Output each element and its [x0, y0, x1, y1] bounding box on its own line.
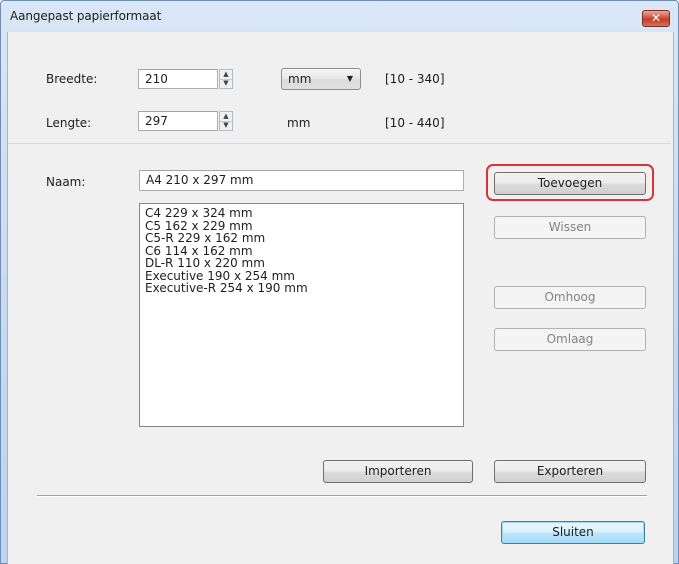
export-button[interactable]: Exporteren: [494, 460, 646, 483]
footer-divider: [37, 495, 647, 497]
chevron-down-icon: ▼: [346, 74, 353, 83]
list-item[interactable]: Executive-R 254 x 190 mm: [145, 282, 463, 295]
width-spinner-down-icon[interactable]: ▼: [220, 79, 232, 88]
name-label: Naam:: [46, 175, 86, 189]
section-divider: [8, 143, 671, 144]
width-label: Breedte:: [46, 72, 98, 86]
width-range: [10 - 340]: [385, 72, 445, 86]
width-input[interactable]: 210: [138, 69, 218, 89]
move-down-button[interactable]: Omlaag: [494, 328, 646, 351]
length-spinner[interactable]: ▲ ▼: [219, 111, 233, 131]
list-item[interactable]: DL-R 110 x 220 mm: [145, 257, 463, 270]
unit-select-value: mm: [288, 72, 312, 86]
width-spinner[interactable]: ▲ ▼: [219, 69, 233, 89]
unit-select[interactable]: mm ▼: [281, 68, 361, 90]
move-up-button[interactable]: Omhoog: [494, 286, 646, 309]
length-unit: mm: [287, 116, 311, 130]
list-item[interactable]: C4 229 x 324 mm: [145, 207, 463, 220]
length-range: [10 - 440]: [385, 116, 445, 130]
import-button[interactable]: Importeren: [323, 460, 473, 483]
list-item[interactable]: C5-R 229 x 162 mm: [145, 232, 463, 245]
close-button[interactable]: Sluiten: [501, 521, 645, 544]
window-title: Aangepast papierformaat: [10, 9, 162, 23]
title-bar: Aangepast papierformaat ✕: [2, 2, 677, 30]
length-spinner-down-icon[interactable]: ▼: [220, 121, 232, 130]
paper-format-list[interactable]: C4 229 x 324 mm C5 162 x 229 mm C5-R 229…: [139, 203, 464, 427]
add-button[interactable]: Toevoegen: [494, 172, 646, 195]
close-window-button[interactable]: ✕: [642, 10, 670, 27]
length-label: Lengte:: [46, 116, 92, 130]
close-icon: ✕: [650, 11, 662, 25]
length-input[interactable]: 297: [138, 111, 218, 131]
name-input[interactable]: A4 210 x 297 mm: [139, 170, 464, 191]
delete-button[interactable]: Wissen: [494, 216, 646, 239]
